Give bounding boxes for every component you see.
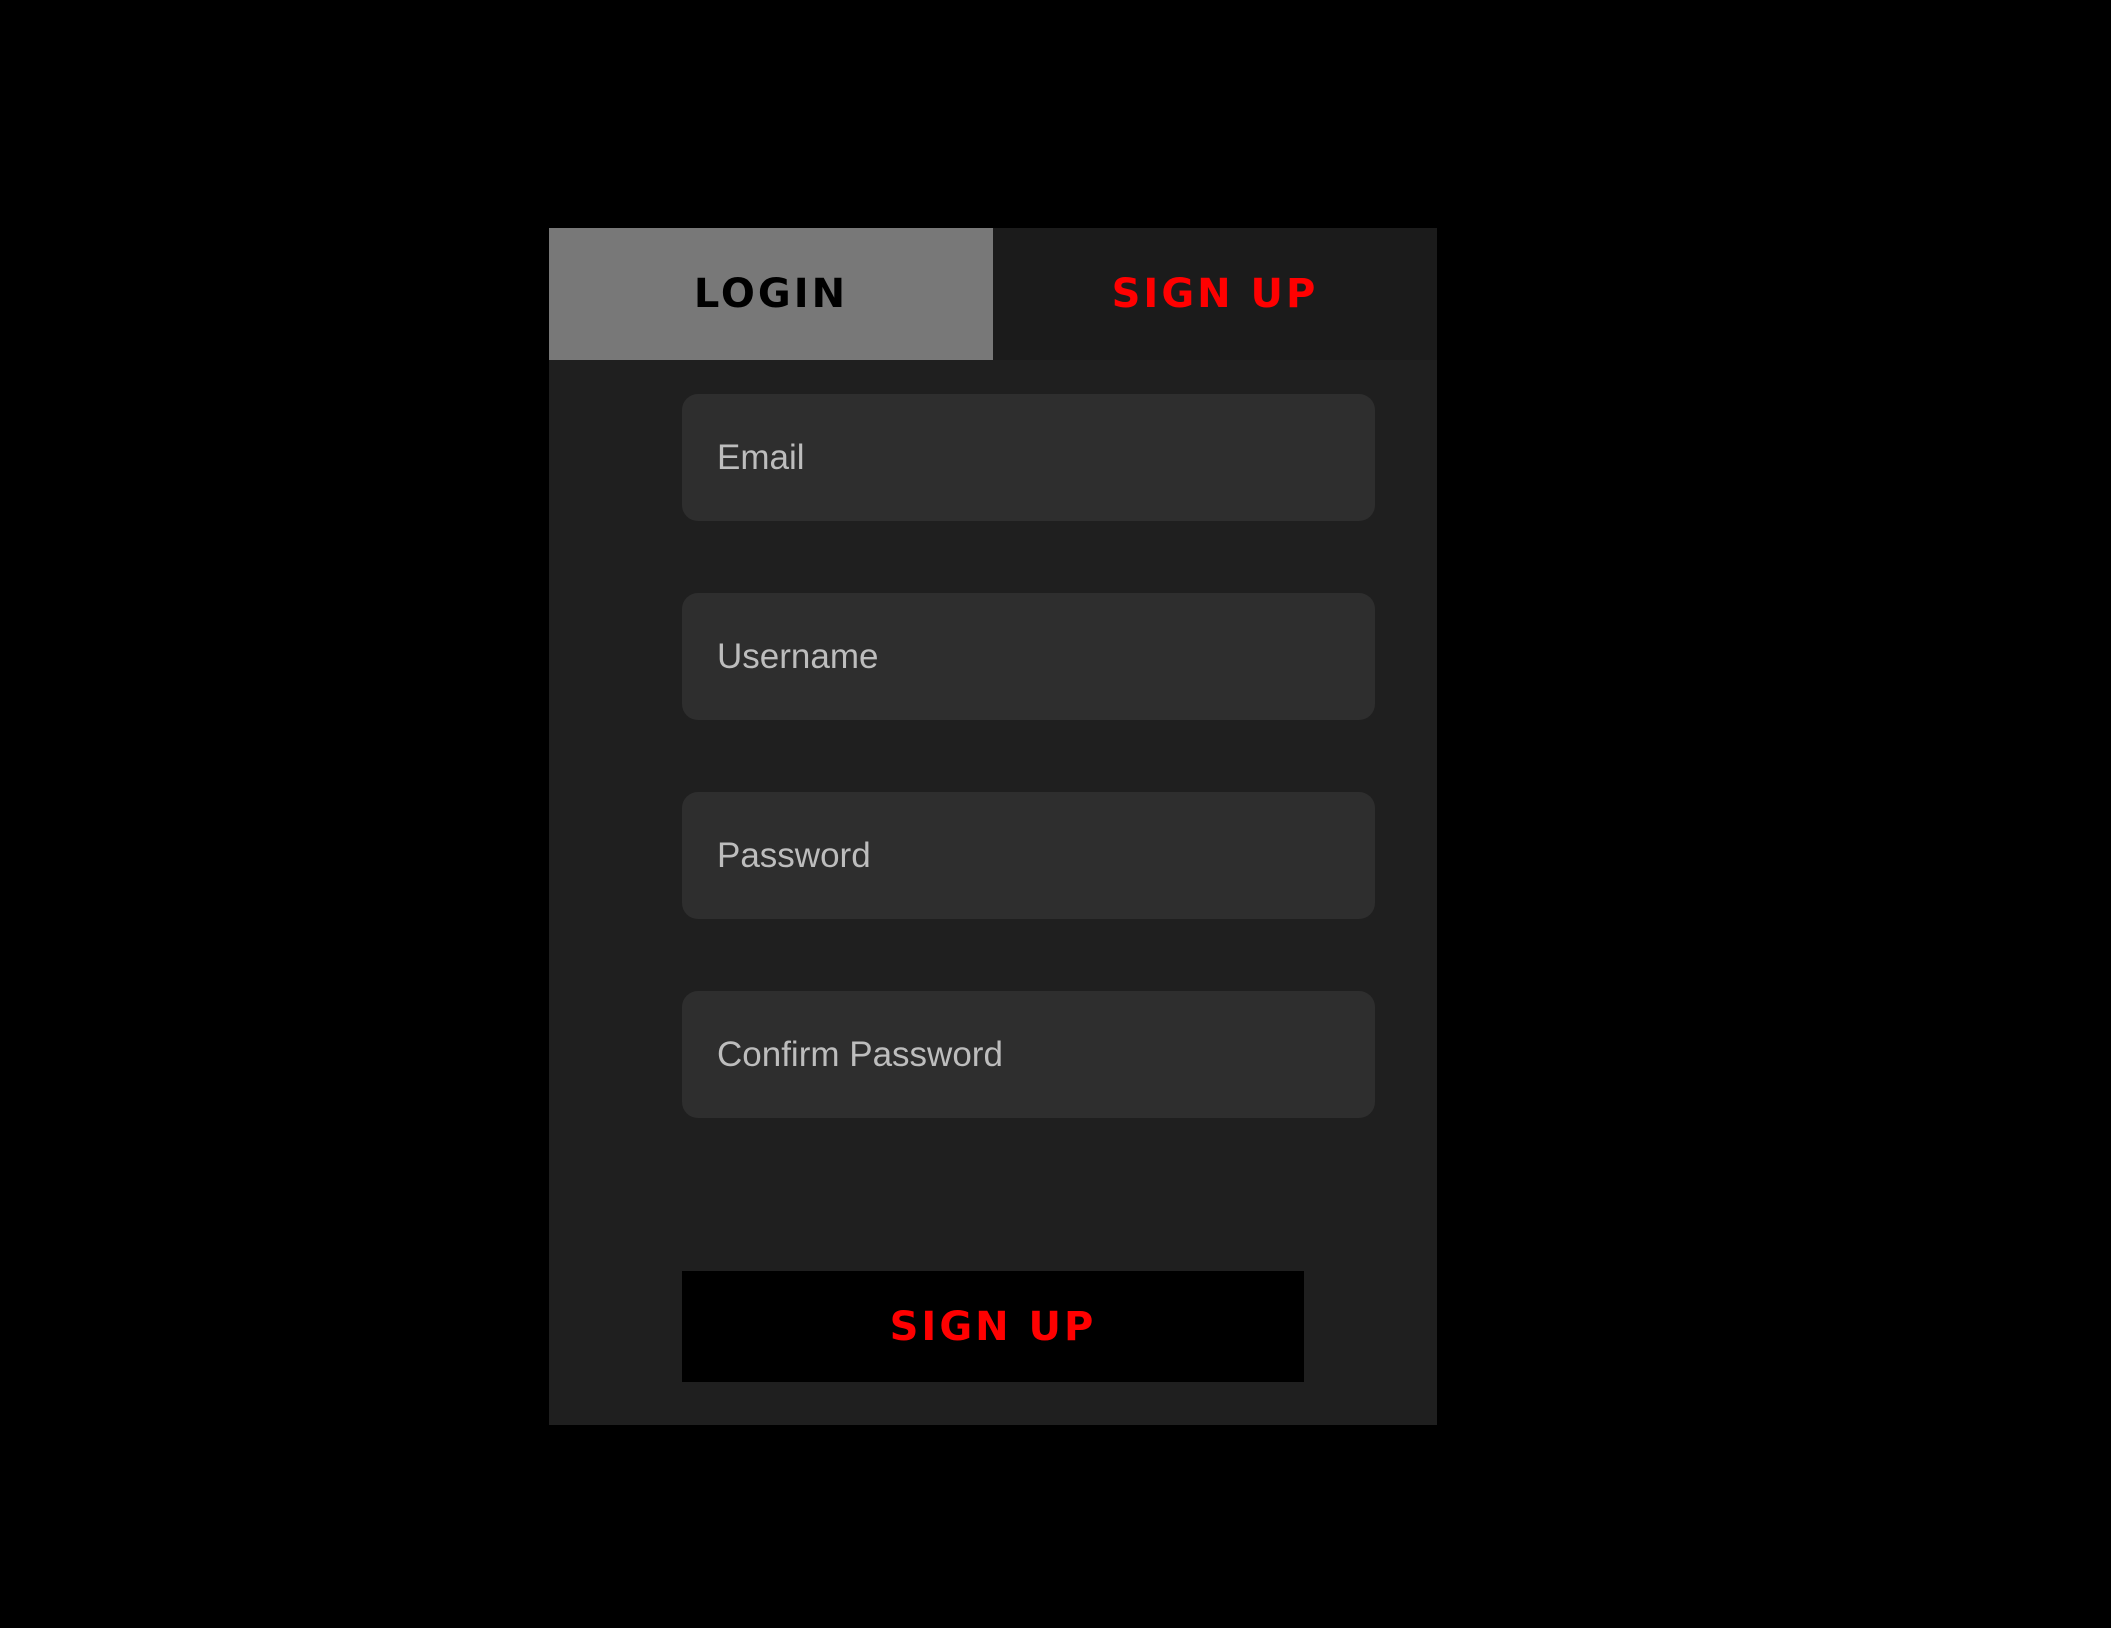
confirm-password-field[interactable] — [682, 991, 1375, 1118]
tab-signup[interactable]: SIGN UP — [993, 228, 1437, 360]
username-field[interactable] — [682, 593, 1375, 720]
sign-up-button[interactable]: SIGN UP — [682, 1271, 1304, 1382]
email-field[interactable] — [682, 394, 1375, 521]
tab-login[interactable]: LOGIN — [549, 228, 993, 360]
signup-panel: LOGIN SIGN UP SIGN UP — [549, 228, 1437, 1425]
password-field[interactable] — [682, 792, 1375, 919]
auth-tabs: LOGIN SIGN UP — [549, 228, 1437, 360]
